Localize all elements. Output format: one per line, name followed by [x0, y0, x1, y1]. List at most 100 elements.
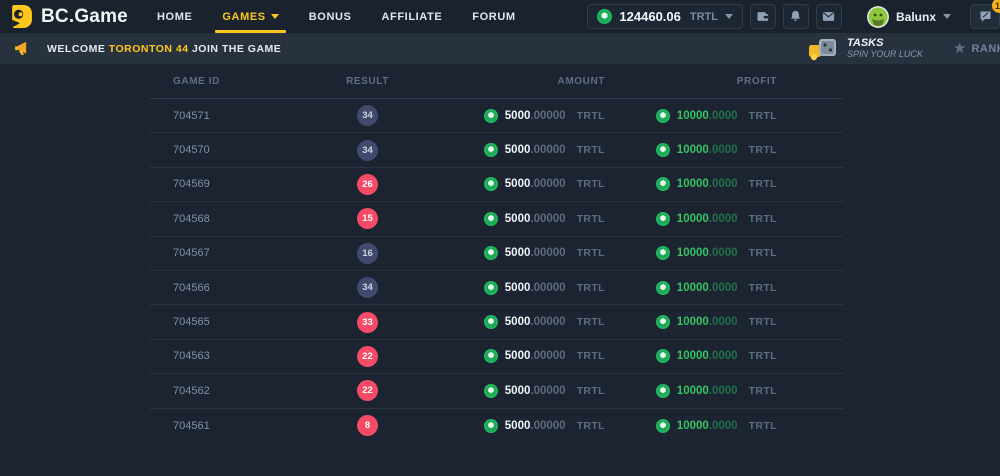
- profit-cell: 10000.0000 TRTL: [615, 212, 843, 226]
- table-row: 704561 8 5000.00000 TRTL 10000.0000 TRTL: [150, 409, 843, 443]
- bets-table: GAME ID RESULT AMOUNT PROFIT 704571 34 5…: [150, 64, 843, 443]
- profit-cell: 10000.0000 TRTL: [615, 419, 843, 433]
- trtl-coin-icon: [656, 109, 670, 123]
- game-id: 704562: [150, 385, 310, 397]
- amount-currency: TRTL: [577, 350, 605, 362]
- amount-currency: TRTL: [577, 316, 605, 328]
- trtl-coin-icon: [656, 246, 670, 260]
- result-badge: 26: [357, 174, 378, 195]
- game-id: 704567: [150, 247, 310, 259]
- rank-widget[interactable]: ★ RANK: [953, 33, 1000, 64]
- nav-item-games[interactable]: GAMES: [207, 0, 293, 33]
- notifications-button[interactable]: [783, 4, 809, 29]
- result-badge: 16: [357, 243, 378, 264]
- bell-icon: [788, 9, 803, 24]
- profit-currency: TRTL: [749, 144, 777, 156]
- table-row: 704562 22 5000.00000 TRTL 10000.0000 TRT…: [150, 374, 843, 408]
- brand-name: BC.Game: [41, 6, 128, 28]
- trtl-coin-icon: [484, 143, 498, 157]
- profit-currency: TRTL: [749, 282, 777, 294]
- table-row: 704567 16 5000.00000 TRTL 10000.0000 TRT…: [150, 237, 843, 271]
- dice-icon: [808, 37, 840, 61]
- wallet-button[interactable]: [750, 4, 776, 29]
- result-badge: 33: [357, 312, 378, 333]
- col-header-game-id: GAME ID: [150, 76, 310, 87]
- chevron-down-icon: [271, 14, 279, 19]
- brand-logo-link[interactable]: BC.Game: [0, 4, 142, 29]
- trtl-coin-icon: [484, 212, 498, 226]
- tasks-title: TASKS: [847, 37, 923, 49]
- trtl-coin-icon: [484, 177, 498, 191]
- tasks-widget[interactable]: TASKS SPIN YOUR LUCK: [808, 33, 923, 64]
- result-badge: 22: [357, 346, 378, 367]
- profit-currency: TRTL: [749, 350, 777, 362]
- amount-currency: TRTL: [577, 178, 605, 190]
- amount-cell: 5000.00000 TRTL: [425, 315, 615, 329]
- user-menu[interactable]: Balunx: [867, 6, 951, 28]
- game-id: 704561: [150, 420, 310, 432]
- game-id: 704566: [150, 282, 310, 294]
- table-row: 704571 34 5000.00000 TRTL 10000.0000 TRT…: [150, 99, 843, 133]
- trtl-coin-icon: [656, 212, 670, 226]
- table-row: 704563 22 5000.00000 TRTL 10000.0000 TRT…: [150, 340, 843, 374]
- chevron-down-icon: [725, 14, 733, 19]
- profit-cell: 10000.0000 TRTL: [615, 246, 843, 260]
- amount-currency: TRTL: [577, 247, 605, 259]
- table-row: 704569 26 5000.00000 TRTL 10000.0000 TRT…: [150, 168, 843, 202]
- table-header-row: GAME ID RESULT AMOUNT PROFIT: [150, 64, 843, 99]
- result-badge: 34: [357, 277, 378, 298]
- trtl-coin-icon: [484, 349, 498, 363]
- nav-item-home[interactable]: HOME: [142, 0, 207, 33]
- balance-currency: TRTL: [690, 11, 718, 23]
- star-icon: ★: [953, 41, 966, 56]
- navbar-right: 124460.06 TRTL: [587, 4, 1000, 29]
- result-badge: 8: [357, 415, 378, 436]
- profit-cell: 10000.0000 TRTL: [615, 349, 843, 363]
- chat-button[interactable]: 10: [970, 4, 1000, 29]
- game-id: 704565: [150, 316, 310, 328]
- trtl-coin-icon: [484, 246, 498, 260]
- col-header-amount: AMOUNT: [425, 76, 615, 87]
- nav-item-affiliate[interactable]: AFFILIATE: [366, 0, 457, 33]
- main-nav: HOME GAMES BONUS AFFILIATE FORUM: [142, 0, 531, 33]
- table-row: 704565 33 5000.00000 TRTL 10000.0000 TRT…: [150, 305, 843, 339]
- amount-currency: TRTL: [577, 144, 605, 156]
- profit-cell: 10000.0000 TRTL: [615, 109, 843, 123]
- nav-item-bonus[interactable]: BONUS: [294, 0, 367, 33]
- profit-currency: TRTL: [749, 420, 777, 432]
- messages-button[interactable]: [816, 4, 842, 29]
- trtl-coin-icon: [484, 109, 498, 123]
- trtl-coin-icon: [656, 419, 670, 433]
- table-row: 704568 15 5000.00000 TRTL 10000.0000 TRT…: [150, 202, 843, 236]
- amount-currency: TRTL: [577, 420, 605, 432]
- trtl-coin-icon: [484, 315, 498, 329]
- amount-cell: 5000.00000 TRTL: [425, 143, 615, 157]
- amount-cell: 5000.00000 TRTL: [425, 246, 615, 260]
- mail-icon: [821, 9, 836, 24]
- announcement-bar: WELCOME TORONTON 44 JOIN THE GAME TASKS …: [0, 33, 1000, 64]
- nav-item-forum[interactable]: FORUM: [457, 0, 530, 33]
- result-badge: 34: [357, 105, 378, 126]
- trtl-coin-icon: [656, 143, 670, 157]
- trtl-coin-icon: [484, 281, 498, 295]
- balance-selector[interactable]: 124460.06 TRTL: [587, 4, 743, 29]
- wallet-icon: [755, 9, 770, 24]
- trtl-coin-icon: [656, 384, 670, 398]
- rank-label: RANK: [971, 43, 1000, 55]
- profit-currency: TRTL: [749, 385, 777, 397]
- user-name: Balunx: [896, 10, 936, 24]
- result-badge: 34: [357, 140, 378, 161]
- col-header-profit: PROFIT: [615, 76, 843, 87]
- amount-cell: 5000.00000 TRTL: [425, 109, 615, 123]
- game-id: 704570: [150, 144, 310, 156]
- chevron-down-icon: [943, 14, 951, 19]
- amount-cell: 5000.00000 TRTL: [425, 384, 615, 398]
- amount-currency: TRTL: [577, 282, 605, 294]
- announcement-text: WELCOME TORONTON 44 JOIN THE GAME: [47, 43, 281, 55]
- amount-currency: TRTL: [577, 213, 605, 225]
- balance-amount: 124460.06: [619, 9, 680, 24]
- amount-currency: TRTL: [577, 385, 605, 397]
- trtl-coin-icon: [656, 315, 670, 329]
- trtl-coin-icon: [484, 419, 498, 433]
- main-content: GAME ID RESULT AMOUNT PROFIT 704571 34 5…: [0, 64, 1000, 443]
